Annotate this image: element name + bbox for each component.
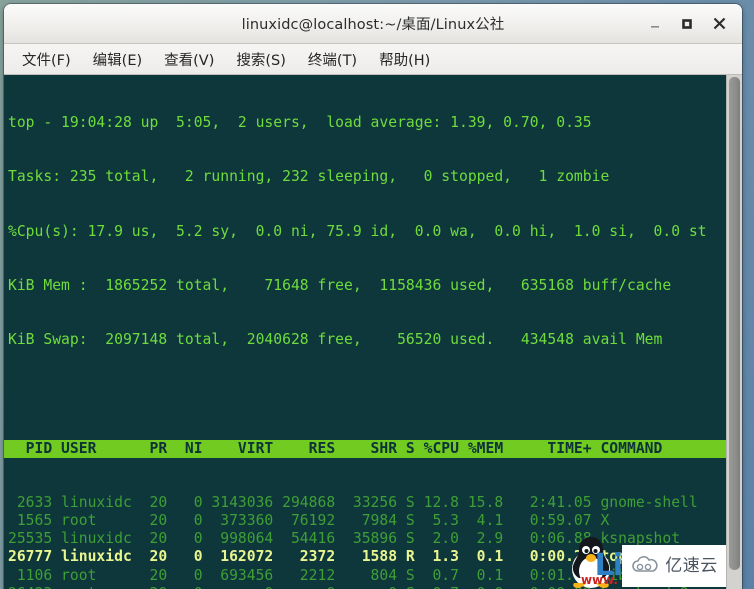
menu-file[interactable]: 文件(F): [13, 46, 80, 73]
maximize-button[interactable]: [672, 9, 702, 39]
menu-help[interactable]: 帮助(H): [370, 46, 439, 73]
menu-edit[interactable]: 编辑(E): [84, 46, 151, 73]
maximize-icon: [682, 18, 692, 29]
scrollbar-thumb[interactable]: [729, 77, 740, 571]
table-row: 26423 root 20 0 0 0 0 S 0.7 0.0 0:00.08 …: [8, 585, 726, 589]
top-cpu-line: %Cpu(s): 17.9 us, 5.2 sy, 0.0 ni, 75.9 i…: [8, 222, 707, 240]
table-row: 1565 root 20 0 373360 76192 7984 S 5.3 4…: [8, 512, 610, 530]
table-row: 1106 root 20 0 693456 2212 804 S 0.7 0.1…: [8, 566, 672, 584]
window-title: linuxidc@localhost:~/桌面/Linux公社: [241, 17, 505, 33]
table-row: 2633 linuxidc 20 0 3143036 294868 33256 …: [8, 494, 698, 512]
terminal-scrollbar[interactable]: [726, 75, 742, 589]
close-button[interactable]: [704, 9, 734, 39]
close-icon: [713, 17, 725, 30]
top-mem-line: KiB Mem : 1865252 total, 71648 free, 115…: [8, 277, 672, 295]
table-row: 25535 linuxidc 20 0 998064 54416 35896 S…: [8, 530, 681, 548]
table-header-row: PID USER PR NI VIRT RES SHR S %CPU %MEM …: [4, 439, 726, 458]
top-tasks-line: Tasks: 235 total, 2 running, 232 sleepin…: [8, 168, 610, 186]
process-list: 2633 linuxidc 20 0 3143036 294868 33256 …: [8, 494, 726, 589]
window-controls: [640, 4, 734, 43]
table-row: 26777 linuxidc 20 0 162072 2372 1588 R 1…: [8, 548, 627, 566]
minimize-icon: [651, 25, 659, 28]
menu-view[interactable]: 查看(V): [155, 46, 223, 73]
terminal-output[interactable]: top - 19:04:28 up 5:05, 2 users, load av…: [4, 75, 726, 589]
window-titlebar: linuxidc@localhost:~/桌面/Linux公社: [4, 4, 742, 44]
top-swap-line: KiB Swap: 2097148 total, 2040628 free, 5…: [8, 331, 663, 349]
terminal-window: linuxidc@localhost:~/桌面/Linux公社 文件(F) 编辑…: [4, 4, 742, 589]
terminal-area: top - 19:04:28 up 5:05, 2 users, load av…: [4, 75, 742, 589]
menu-search[interactable]: 搜索(S): [227, 46, 295, 73]
menu-bar: 文件(F) 编辑(E) 查看(V) 搜索(S) 终端(T) 帮助(H): [4, 44, 742, 75]
top-uptime-line: top - 19:04:28 up 5:05, 2 users, load av…: [8, 114, 592, 132]
menu-terminal[interactable]: 终端(T): [299, 46, 366, 73]
minimize-button[interactable]: [640, 9, 670, 39]
